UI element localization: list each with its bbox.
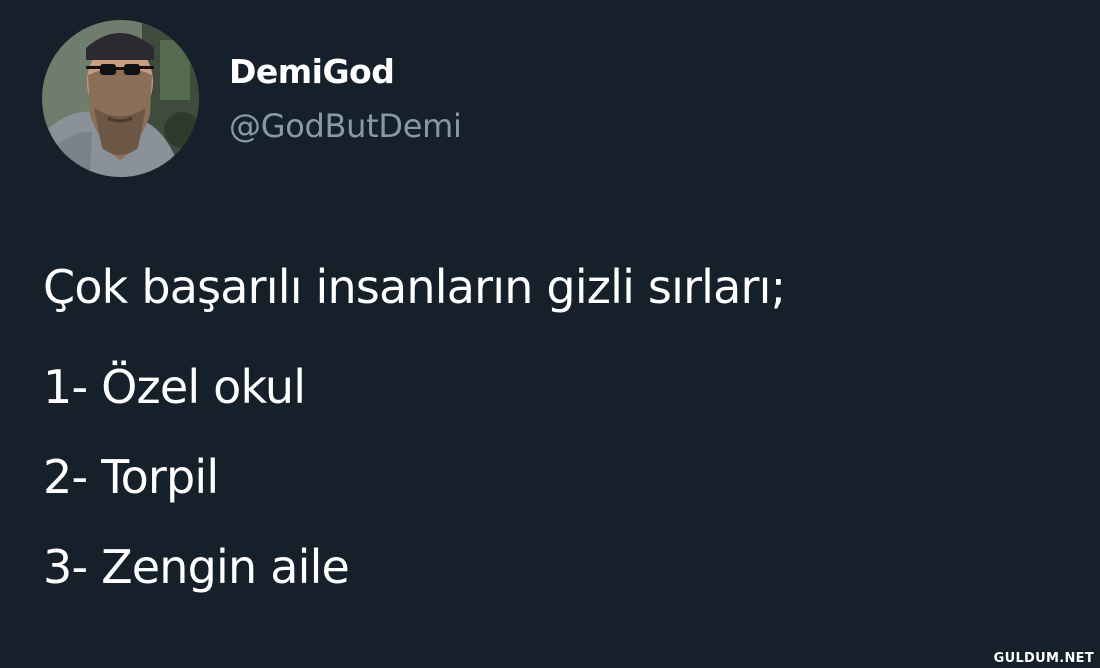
tweet-body: Çok başarılı insanların gizli sırları; 1… — [43, 254, 786, 612]
author-display-name[interactable]: DemiGod — [229, 52, 462, 92]
tweet-intro-text: Çok başarılı insanların gizli sırları; — [43, 260, 786, 314]
author-names: DemiGod @GodButDemi — [229, 52, 462, 146]
avatar[interactable] — [42, 20, 199, 177]
list-item-1: 1- Özel okul — [43, 360, 306, 414]
author-handle[interactable]: @GodButDemi — [229, 106, 462, 146]
tweet-card: DemiGod @GodButDemi Çok başarılı insanla… — [0, 0, 1100, 668]
user-avatar-photo-icon — [42, 20, 199, 177]
list-item-2: 2- Torpil — [43, 450, 219, 504]
watermark: GULDUM.NET — [993, 651, 1094, 666]
tweet-header: DemiGod @GodButDemi — [42, 20, 462, 177]
list-item-3: 3- Zengin aile — [43, 540, 350, 594]
